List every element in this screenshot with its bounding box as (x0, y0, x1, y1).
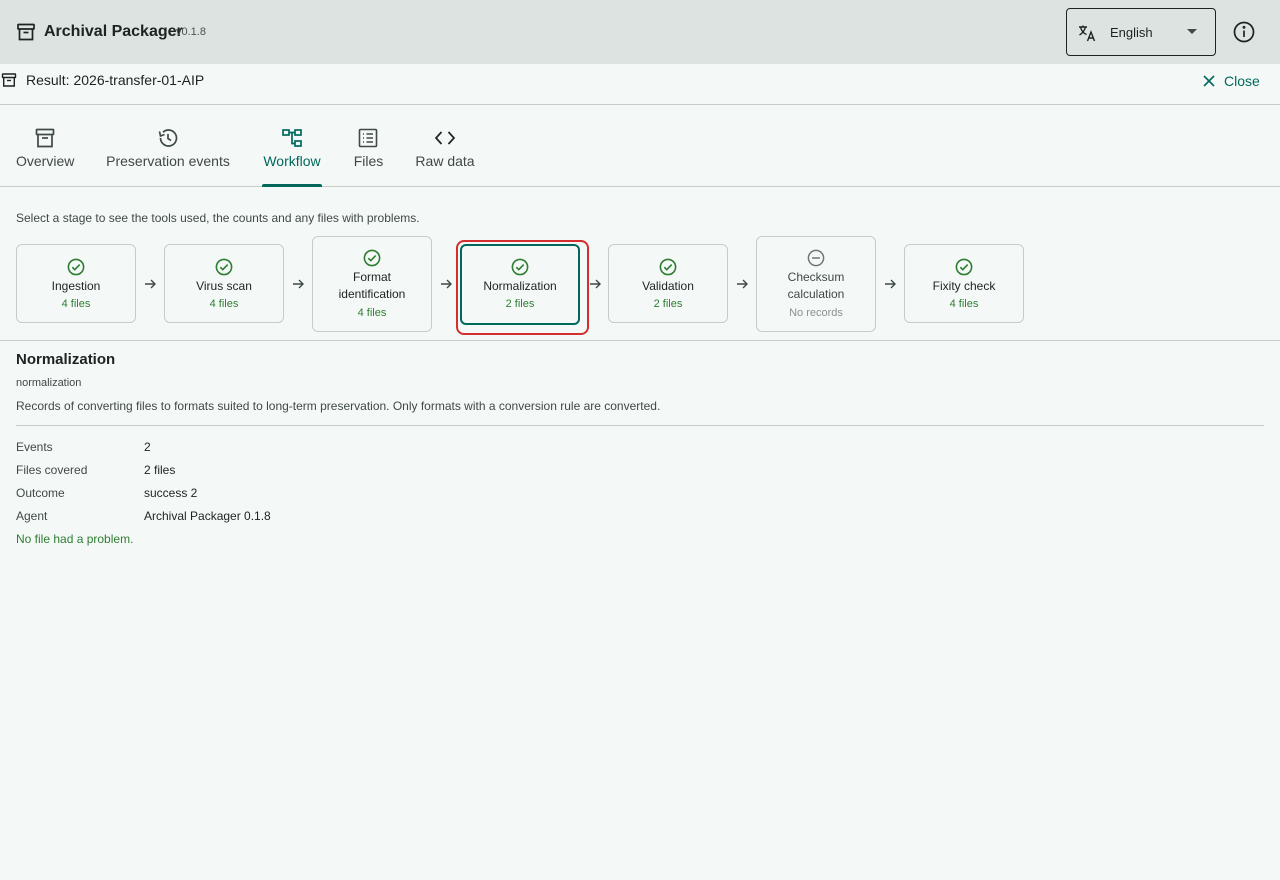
code-icon (434, 131, 456, 145)
language-label: English (1110, 25, 1153, 40)
stage-name-line1: Format (352, 270, 391, 284)
tab-preservation-events[interactable]: Preservation events (105, 105, 231, 187)
stage-count: 4 files (61, 298, 91, 310)
app-title: Archival Packager (44, 23, 183, 40)
tab-files[interactable]: Files (353, 105, 384, 187)
stage-count: 4 files (949, 298, 979, 310)
agent-value: Archival Packager 0.1.8 (144, 509, 271, 523)
files-covered-label: Files covered (16, 463, 88, 477)
arrow-right-icon (590, 279, 601, 289)
stage-name: Virus scan (196, 279, 252, 293)
divider (0, 340, 1280, 341)
stage-count: 4 files (209, 298, 239, 310)
language-select[interactable]: English (1066, 8, 1216, 56)
stage-format-identification[interactable]: Format identification 4 files (312, 236, 432, 332)
stage-validation[interactable]: Validation 2 files (608, 244, 728, 323)
detail-title: Normalization (16, 351, 116, 368)
no-problem-note: No file had a problem. (16, 532, 134, 546)
arrow-right-icon (145, 279, 156, 289)
outcome-label: Outcome (16, 486, 65, 500)
stage-count: 4 files (357, 307, 387, 319)
app-version: v0.1.8 (176, 26, 206, 38)
agent-label: Agent (16, 509, 48, 523)
stage-name: Validation (642, 279, 694, 293)
app-bar: Archival Packager v0.1.8 English (0, 0, 1280, 64)
arrow-right-icon (441, 279, 452, 289)
check-circle-icon (67, 258, 85, 276)
close-label: Close (1224, 73, 1260, 89)
tab-label: Files (353, 153, 384, 169)
check-circle-icon (215, 258, 233, 276)
list-icon (358, 128, 378, 148)
dropdown-caret-icon (1187, 29, 1197, 34)
detail-code: normalization (16, 377, 82, 389)
archive-box-icon (17, 23, 35, 41)
workflow-icon (282, 129, 302, 147)
tab-label: Workflow (263, 153, 321, 169)
stage-name: Normalization (483, 279, 557, 293)
check-circle-icon (955, 258, 973, 276)
tab-label: Preservation events (106, 153, 230, 169)
info-icon[interactable] (1232, 20, 1256, 44)
result-title: Result: 2026-transfer-01-AIP (26, 72, 205, 88)
archive-box-icon (1, 73, 17, 87)
stage-fixity-check[interactable]: Fixity check 4 files (904, 244, 1024, 323)
stage-name-line1: Checksum (787, 270, 845, 284)
translate-icon (1079, 25, 1096, 42)
divider (16, 425, 1264, 426)
stage-count: No records (789, 307, 843, 319)
minus-circle-icon (807, 249, 825, 267)
stage-ingestion[interactable]: Ingestion 4 files (16, 244, 136, 323)
stage-count: 2 files (653, 298, 683, 310)
stage-count: 2 files (505, 298, 535, 310)
check-circle-icon (659, 258, 677, 276)
workflow-hint: Select a stage to see the tools used, th… (16, 211, 420, 225)
close-icon (1203, 75, 1215, 87)
stage-virus-scan[interactable]: Virus scan 4 files (164, 244, 284, 323)
arrow-right-icon (737, 279, 748, 289)
events-value: 2 (144, 440, 151, 454)
tab-workflow[interactable]: Workflow (262, 105, 322, 187)
check-circle-icon (363, 249, 381, 267)
check-circle-icon (511, 258, 529, 276)
arrow-right-icon (293, 279, 304, 289)
stage-name: Ingestion (51, 279, 101, 293)
events-label: Events (16, 440, 53, 454)
tab-raw-data[interactable]: Raw data (415, 105, 475, 187)
outcome-value: success 2 (144, 486, 198, 500)
files-covered-value: 2 files (144, 463, 176, 477)
stage-name-line2: identification (338, 287, 406, 301)
tab-bar: Overview Preservation events Workflow Fi… (0, 105, 1280, 187)
stage-normalization[interactable]: Normalization 2 files (460, 244, 580, 325)
stage-name: Fixity check (932, 279, 996, 293)
tab-overview[interactable]: Overview (16, 105, 74, 187)
tab-label: Overview (16, 153, 75, 169)
close-button[interactable]: Close (1202, 72, 1260, 90)
result-header: Result: 2026-transfer-01-AIP Close (0, 64, 1280, 105)
tab-label: Raw data (415, 153, 475, 169)
history-icon (158, 129, 178, 147)
stage-checksum-calculation[interactable]: Checksum calculation No records (756, 236, 876, 332)
arrow-right-icon (885, 279, 896, 289)
stage-name-line2: calculation (787, 287, 845, 301)
archive-box-icon (35, 128, 55, 148)
detail-description: Records of converting files to formats s… (16, 399, 661, 413)
